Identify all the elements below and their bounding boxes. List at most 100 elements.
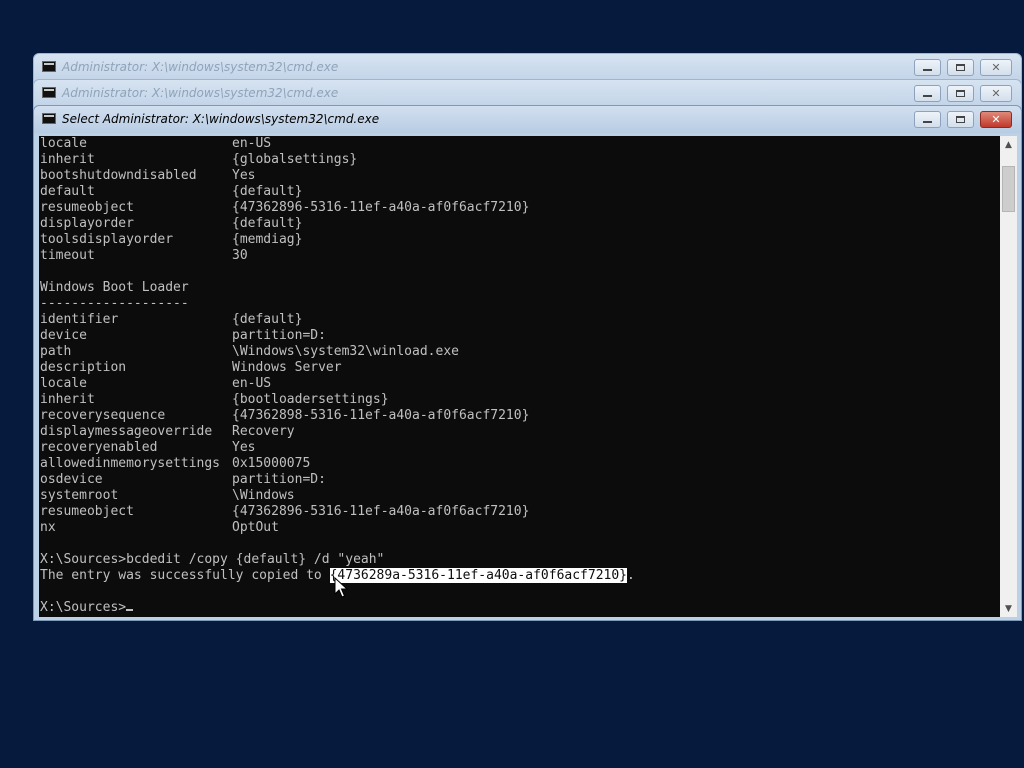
entry-key: default — [40, 184, 95, 199]
scroll-thumb[interactable] — [1002, 166, 1015, 212]
entry-value: {47362896-5316-11ef-a40a-af0f6acf7210} — [232, 504, 530, 519]
minimize-button[interactable] — [914, 111, 941, 128]
mouse-pointer-icon — [334, 577, 348, 598]
entry-value: Yes — [232, 440, 256, 455]
entry-key: locale — [40, 136, 87, 151]
maximize-button[interactable] — [947, 85, 974, 102]
console-output[interactable]: locale en-US inherit {globalsettings} bootsh… — [39, 136, 1001, 617]
close-icon: ✕ — [991, 87, 1001, 100]
entry-key: resumeobject — [40, 200, 134, 215]
entry-key: inherit — [40, 152, 95, 167]
entry-value: 0x15000075 — [232, 456, 311, 471]
entry-key: path — [40, 344, 72, 359]
entry-value: {bootloadersettings} — [232, 392, 389, 407]
console-entry: device partition=D: — [39, 328, 1001, 344]
prompt-line[interactable]: X:\Sources> — [39, 600, 1001, 616]
entry-key: resumeobject — [40, 504, 134, 519]
console-entry: locale en-US — [39, 376, 1001, 392]
title-bar[interactable]: Administrator: X:\windows\system32\cmd.e… — [34, 80, 1021, 107]
cmd-icon — [42, 87, 56, 98]
command-line: X:\Sources>bcdedit /copy {default} /d "y… — [40, 552, 385, 567]
entry-key: inherit — [40, 392, 95, 407]
entry-value: 30 — [232, 248, 248, 263]
close-button[interactable]: ✕ — [980, 59, 1012, 76]
entry-key: displaymessageoverride — [40, 424, 213, 439]
maximize-button[interactable] — [947, 111, 974, 128]
console-entry: identifier {default} — [39, 312, 1001, 328]
entry-value: partition=D: — [232, 328, 326, 343]
entry-key: description — [40, 360, 127, 375]
entry-key: device — [40, 328, 87, 343]
cmd-icon — [42, 61, 56, 72]
console-entry: resumeobject {47362896-5316-11ef-a40a-af0… — [39, 504, 1001, 520]
maximize-icon — [956, 90, 965, 97]
console-entry: nx OptOut — [39, 520, 1001, 536]
selected-guid[interactable]: {4736289a-5316-11ef-a40a-af0f6acf7210} — [329, 568, 628, 583]
entry-key: bootshutdowndisabled — [40, 168, 197, 183]
minimize-icon — [923, 95, 932, 97]
entry-value: \Windows — [232, 488, 295, 503]
scroll-down-arrow-icon[interactable]: ▼ — [1000, 600, 1017, 617]
section-title: Windows Boot Loader — [40, 280, 189, 295]
text-cursor — [126, 609, 134, 611]
entry-value: {default} — [232, 216, 303, 231]
console-entry: locale en-US — [39, 136, 1001, 152]
entry-key: locale — [40, 376, 87, 391]
boot-loader-entries: identifier {default} device partition=D: pat… — [39, 312, 1001, 536]
entry-value: {47362896-5316-11ef-a40a-af0f6acf7210} — [232, 200, 530, 215]
entry-key: identifier — [40, 312, 119, 327]
entry-value: Yes — [232, 168, 256, 183]
entry-value: {globalsettings} — [232, 152, 358, 167]
entry-value: en-US — [232, 136, 272, 151]
close-icon: ✕ — [991, 61, 1001, 74]
console-entry: inherit {bootloadersettings} — [39, 392, 1001, 408]
console-entry: default {default} — [39, 184, 1001, 200]
cmd-icon — [42, 113, 56, 124]
console-entry: bootshutdowndisabled Yes — [39, 168, 1001, 184]
vertical-scrollbar[interactable]: ▲ ▼ — [1000, 136, 1017, 617]
entry-value: {default} — [232, 184, 303, 199]
entry-value: Recovery — [232, 424, 295, 439]
entry-key: recoverysequence — [40, 408, 166, 423]
console-entry: allowedinmemorysettings 0x15000075 — [39, 456, 1001, 472]
entry-key: timeout — [40, 248, 95, 263]
close-button[interactable]: ✕ — [980, 111, 1012, 128]
entry-key: osdevice — [40, 472, 103, 487]
console-entry: description Windows Server — [39, 360, 1001, 376]
console-entry: toolsdisplayorder {memdiag} — [39, 232, 1001, 248]
minimize-button[interactable] — [914, 59, 941, 76]
result-line: The entry was successfully copied to {47… — [39, 568, 1001, 584]
console-entry: osdevice partition=D: — [39, 472, 1001, 488]
window-title: Administrator: X:\windows\system32\cmd.e… — [62, 86, 339, 100]
entry-value: OptOut — [232, 520, 279, 535]
prompt: X:\Sources> — [40, 600, 127, 615]
maximize-icon — [956, 116, 965, 123]
entry-key: toolsdisplayorder — [40, 232, 174, 247]
console-entry: path \Windows\system32\winload.exe — [39, 344, 1001, 360]
entry-key: nx — [40, 520, 56, 535]
title-bar[interactable]: Administrator: X:\windows\system32\cmd.e… — [34, 54, 1021, 81]
close-button[interactable]: ✕ — [980, 85, 1012, 102]
entry-key: displayorder — [40, 216, 134, 231]
result-prefix: The entry was successfully copied to — [40, 568, 330, 583]
console-entry: displaymessageoverride Recovery — [39, 424, 1001, 440]
minimize-icon — [923, 69, 932, 71]
entry-value: {memdiag} — [232, 232, 303, 247]
maximize-button[interactable] — [947, 59, 974, 76]
console-entry: timeout 30 — [39, 248, 1001, 264]
boot-manager-entries: locale en-US inherit {globalsettings} bootsh… — [39, 136, 1001, 264]
window-title: Administrator: X:\windows\system32\cmd.e… — [62, 60, 339, 74]
minimize-button[interactable] — [914, 85, 941, 102]
active-cmd-window[interactable]: Select Administrator: X:\windows\system3… — [33, 105, 1022, 621]
console-entry: systemroot \Windows — [39, 488, 1001, 504]
entry-value: Windows Server — [232, 360, 342, 375]
title-bar[interactable]: Select Administrator: X:\windows\system3… — [34, 106, 1021, 133]
close-icon: ✕ — [991, 113, 1001, 126]
console-entry: resumeobject {47362896-5316-11ef-a40a-af0… — [39, 200, 1001, 216]
console-entry: inherit {globalsettings} — [39, 152, 1001, 168]
scroll-up-arrow-icon[interactable]: ▲ — [1000, 136, 1017, 153]
maximize-icon — [956, 64, 965, 71]
entry-value: {default} — [232, 312, 303, 327]
